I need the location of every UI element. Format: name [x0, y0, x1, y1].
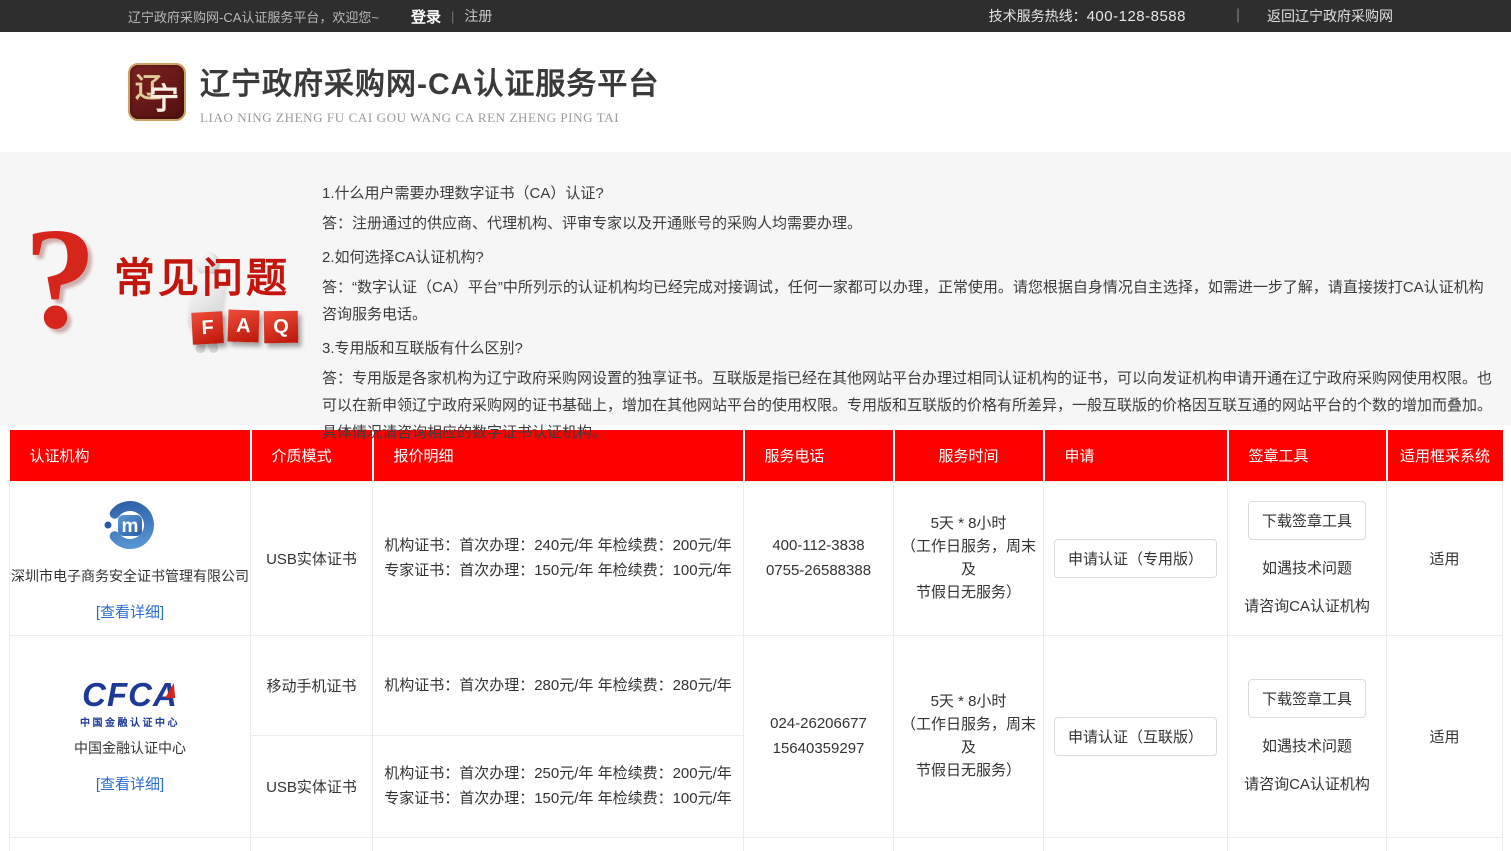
shenzhen-ca-logo-icon: m	[10, 495, 250, 557]
table-row: m 深圳市电子商务安全证书管理有限公司 [查看详细] USB实体证书 机构证书：…	[10, 481, 1503, 635]
table-cell-empty	[373, 837, 744, 851]
sign-tool-note: 如遇技术问题	[1228, 557, 1386, 578]
welcome-text: 辽宁政府采购网-CA认证服务平台，欢迎您~	[128, 7, 379, 26]
logo-char-2: 宁	[149, 74, 179, 118]
phone-number: 15640359297	[744, 740, 893, 757]
table-cell-empty	[251, 837, 373, 851]
phone-cell: 400-112-3838 0755-26588388	[744, 481, 894, 635]
site-titles: 辽宁政府采购网-CA认证服务平台 LIAO NING ZHENG FU CAI …	[200, 59, 659, 126]
table-row: CFCA 中国金融认证中心 中国金融认证中心 [查看详细] 移动手机证书 机构证…	[10, 635, 1503, 735]
sign-tool-cell: 下载签章工具 如遇技术问题 请咨询CA认证机构	[1228, 635, 1387, 837]
download-sign-tool-button[interactable]: 下载签章工具	[1248, 501, 1366, 540]
svg-text:m: m	[122, 516, 139, 537]
phone-cell: 024-26206677 15640359297	[744, 635, 894, 837]
price-line: 机构证书：首次办理：250元/年 年检续费：200元/年	[373, 761, 743, 786]
faq-question-3: 3.专用版和互联版有什么区别?	[322, 337, 1495, 358]
time-cell: 5天 * 8小时 （工作日服务，周末及 节假日无服务）	[894, 481, 1044, 635]
faq-cube-q: Q	[264, 311, 299, 344]
table-cell-empty	[10, 837, 251, 851]
login-link[interactable]: 登录	[411, 6, 441, 27]
applicable-cell: 适用	[1387, 635, 1503, 837]
back-to-portal-link[interactable]: 返回辽宁政府采购网	[1267, 6, 1393, 26]
org-name: 中国金融认证中心	[10, 738, 250, 758]
table-cell-empty	[1387, 837, 1503, 851]
sign-tool-note: 如遇技术问题	[1228, 735, 1386, 756]
faq-cube-f: F	[191, 311, 224, 345]
apply-cell: 申请认证（互联版）	[1044, 635, 1228, 837]
apply-cell: 申请认证（专用版）	[1044, 481, 1228, 635]
view-detail-link[interactable]: [查看详细]	[96, 601, 164, 622]
service-time-line: 节假日无服务）	[894, 759, 1043, 782]
sign-tool-note: 请咨询CA认证机构	[1228, 773, 1386, 794]
price-line: 机构证书：首次办理：240元/年 年检续费：200元/年	[373, 533, 743, 558]
price-line: 专家证书：首次办理：150元/年 年检续费：100元/年	[373, 558, 743, 583]
view-detail-link[interactable]: [查看详细]	[96, 773, 164, 794]
faq-cubes-icon: F A Q	[192, 310, 298, 342]
faq-question-2: 2.如何选择CA认证机构?	[322, 246, 1495, 267]
download-sign-tool-button[interactable]: 下载签章工具	[1248, 679, 1366, 718]
table-row-stub	[10, 837, 1503, 851]
liaoning-logo-icon: 辽 宁	[128, 63, 186, 121]
apply-cert-dedicated-button[interactable]: 申请认证（专用版）	[1054, 539, 1217, 578]
medium-cell: USB实体证书	[251, 735, 373, 837]
phone-number: 400-112-3838	[744, 537, 893, 554]
page-title: 辽宁政府采购网-CA认证服务平台	[200, 59, 659, 103]
service-time-line: 5天 * 8小时	[894, 690, 1043, 713]
faq-question-1: 1.什么用户需要办理数字证书（CA）认证?	[322, 182, 1495, 203]
service-time-line: （工作日服务，周末及	[894, 535, 1043, 581]
medium-cell: USB实体证书	[251, 481, 373, 635]
cfca-logo-icon: CFCA 中国金融认证中心	[10, 678, 250, 729]
sign-tool-note: 请咨询CA认证机构	[1228, 595, 1386, 616]
time-cell: 5天 * 8小时 （工作日服务，周末及 节假日无服务）	[894, 635, 1044, 837]
price-cell: 机构证书：首次办理：280元/年 年检续费：280元/年	[373, 635, 744, 735]
cfca-logo-subtitle: 中国金融认证中心	[10, 714, 250, 729]
apply-cert-interconnect-button[interactable]: 申请认证（互联版）	[1054, 717, 1217, 756]
price-cell: 机构证书：首次办理：250元/年 年检续费：200元/年 专家证书：首次办理：1…	[373, 735, 744, 837]
price-line: 专家证书：首次办理：150元/年 年检续费：100元/年	[373, 786, 743, 811]
faq-heading: 常见问题	[114, 244, 290, 304]
page-subtitle: LIAO NING ZHENG FU CAI GOU WANG CA REN Z…	[200, 110, 659, 126]
table-cell-empty	[1044, 837, 1228, 851]
org-cell-shenzhen: m 深圳市电子商务安全证书管理有限公司 [查看详细]	[10, 481, 251, 635]
price-cell: 机构证书：首次办理：240元/年 年检续费：200元/年 专家证书：首次办理：1…	[373, 481, 744, 635]
org-name: 深圳市电子商务安全证书管理有限公司	[10, 566, 250, 586]
applicable-cell: 适用	[1387, 481, 1503, 635]
table-cell-empty	[744, 837, 894, 851]
faq-section: ? 常见问题 F A Q 1.什么用户需要办理数字证书（CA）认证? 答：注册通…	[0, 152, 1511, 425]
table-cell-empty	[1228, 837, 1387, 851]
org-cell-cfca: CFCA 中国金融认证中心 中国金融认证中心 [查看详细]	[10, 635, 251, 837]
topbar: 辽宁政府采购网-CA认证服务平台，欢迎您~ 登录 | 注册 技术服务热线： 40…	[0, 0, 1511, 32]
faq-answer-3: 答：专用版是各家机构为辽宁政府采购网设置的独享证书。互联版是指已经在其他网站平台…	[322, 365, 1495, 446]
faq-cube-a: A	[227, 309, 259, 342]
service-time-line: 节假日无服务）	[894, 581, 1043, 604]
faq-answer-2: 答：“数字认证（CA）平台”中所列示的认证机构均已经完成对接调试，任何一家都可以…	[322, 274, 1495, 328]
topbar-right: 技术服务热线： 400-128-8588 ｜ 返回辽宁政府采购网	[989, 6, 1393, 26]
faq-graphic: ? 常见问题 F A Q	[10, 152, 310, 425]
service-time-line: （工作日服务，周末及	[894, 713, 1043, 759]
register-link[interactable]: 注册	[464, 6, 492, 26]
ca-table: 认证机构 介质模式 报价明细 服务电话 服务时间 申请 签章工具 适用框采系统	[9, 430, 1503, 851]
hotline-number: 400-128-8588	[1087, 8, 1186, 25]
medium-cell: 移动手机证书	[251, 635, 373, 735]
topbar-divider: |	[451, 9, 454, 24]
faq-answer-1: 答：注册通过的供应商、代理机构、评审专家以及开通账号的采购人均需要办理。	[322, 210, 1495, 237]
sign-tool-cell: 下载签章工具 如遇技术问题 请咨询CA认证机构	[1228, 481, 1387, 635]
table-cell-empty	[894, 837, 1044, 851]
site-header: 辽 宁 辽宁政府采购网-CA认证服务平台 LIAO NING ZHENG FU …	[0, 32, 1511, 152]
topbar-divider-2: ｜	[1231, 6, 1245, 26]
hotline-label: 技术服务热线：	[989, 6, 1087, 26]
header-org: 认证机构	[10, 430, 251, 481]
phone-number: 0755-26588388	[744, 562, 893, 579]
service-time-line: 5天 * 8小时	[894, 512, 1043, 535]
faq-content: 1.什么用户需要办理数字证书（CA）认证? 答：注册通过的供应商、代理机构、评审…	[310, 152, 1497, 425]
topbar-left: 辽宁政府采购网-CA认证服务平台，欢迎您~ 登录 | 注册	[128, 6, 492, 27]
price-line: 机构证书：首次办理：280元/年 年检续费：280元/年	[373, 673, 743, 698]
ca-table-wrap: 认证机构 介质模式 报价明细 服务电话 服务时间 申请 签章工具 适用框采系统	[9, 430, 1502, 851]
question-mark-icon: ?	[24, 207, 97, 352]
phone-number: 024-26206677	[744, 715, 893, 732]
